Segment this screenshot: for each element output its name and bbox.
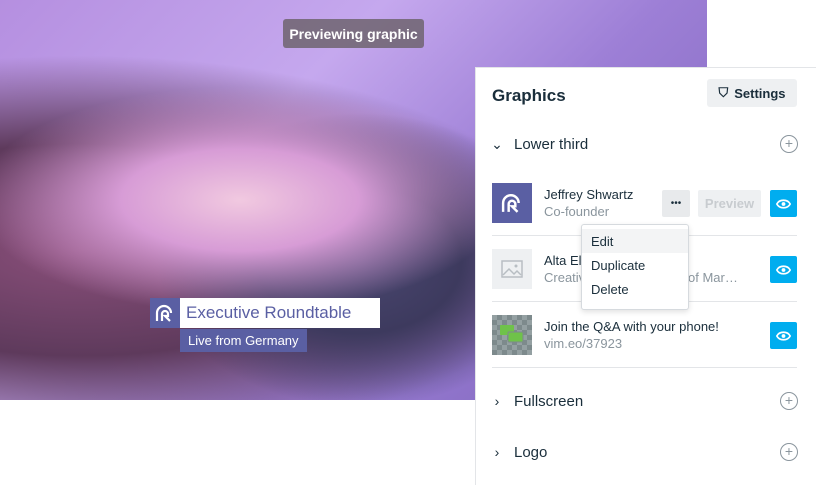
add-icon[interactable]: + (780, 135, 798, 153)
eye-icon (776, 198, 791, 209)
menu-item-duplicate[interactable]: Duplicate (582, 253, 688, 277)
item-subtitle: vim.eo/37923 (544, 336, 623, 351)
graphic-item[interactable]: Join the Q&A with your phone! vim.eo/379… (492, 302, 797, 368)
panel-title: Graphics (492, 86, 566, 105)
brand-logo-icon (492, 183, 532, 223)
brand-logo-icon (150, 298, 180, 328)
overlay-subtitle: Live from Germany (180, 329, 307, 352)
chevron-right-icon: › (494, 393, 500, 409)
add-icon[interactable]: + (780, 392, 798, 410)
show-graphic-button[interactable] (770, 256, 797, 283)
show-graphic-button[interactable] (770, 322, 797, 349)
paint-roller-icon: ⛉ (718, 85, 729, 100)
section-lower-third[interactable]: ⌄ Lower third + (488, 130, 798, 158)
previewing-badge: Previewing graphic (283, 19, 424, 48)
overlay-title: Executive Roundtable (180, 298, 380, 328)
item-subtitle: Creativ (544, 270, 586, 285)
section-fullscreen[interactable]: › Fullscreen + (488, 387, 798, 415)
menu-item-edit[interactable]: Edit (582, 229, 688, 253)
eye-icon (776, 264, 791, 275)
lower-third-overlay: Executive Roundtable (150, 298, 380, 328)
show-graphic-button[interactable] (770, 190, 797, 217)
item-subtitle-tail: of Mar… (688, 270, 738, 285)
eye-icon (776, 330, 791, 341)
add-icon[interactable]: + (780, 443, 798, 461)
section-logo[interactable]: › Logo + (488, 438, 798, 466)
chevron-right-icon: › (494, 444, 500, 460)
image-placeholder-icon (492, 249, 532, 289)
menu-item-delete[interactable]: Delete (582, 277, 688, 301)
item-options-menu: Edit Duplicate Delete (581, 224, 689, 310)
chat-bubbles-icon (492, 315, 532, 355)
chevron-down-icon: ⌄ (491, 135, 503, 152)
item-title: Join the Q&A with your phone! (544, 319, 719, 334)
item-subtitle: Co-founder (544, 204, 610, 219)
settings-button[interactable]: ⛉ Settings (707, 79, 797, 107)
item-title: Jeffrey Shwartz (544, 187, 634, 202)
preview-button[interactable]: Preview (698, 190, 761, 217)
more-options-button[interactable]: ••• (662, 190, 690, 217)
